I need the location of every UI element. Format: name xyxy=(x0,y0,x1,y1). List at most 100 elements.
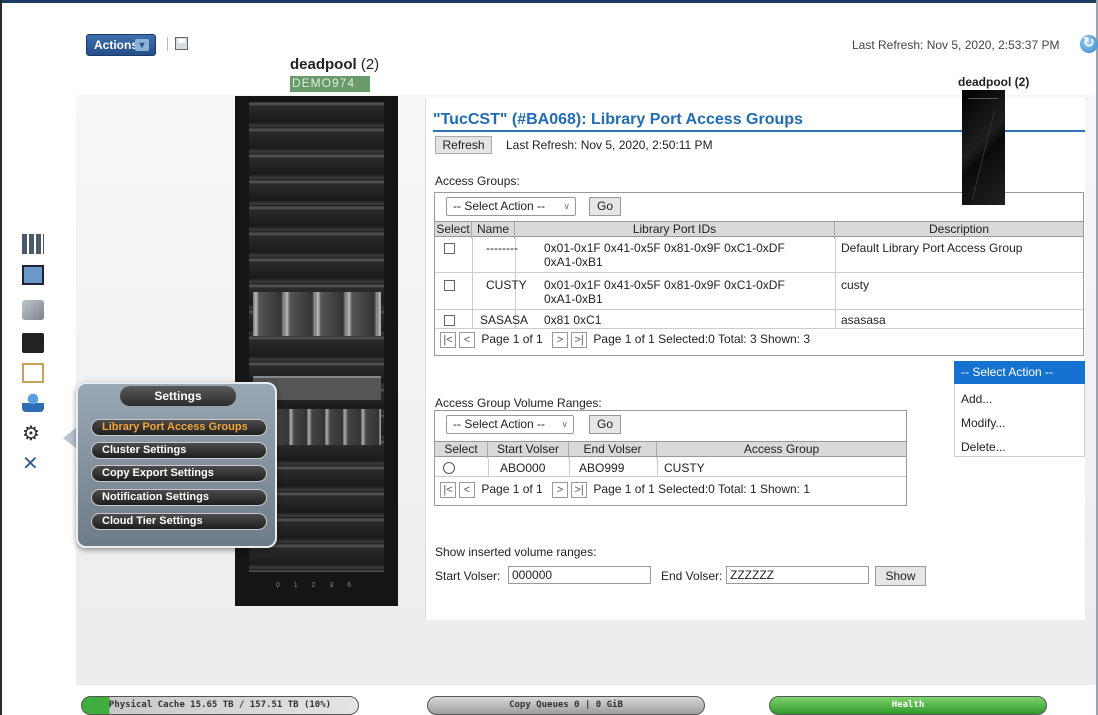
health-status[interactable]: Health xyxy=(769,696,1047,715)
range-end: ABO999 xyxy=(579,461,625,475)
end-volser-label: End Volser: xyxy=(661,569,723,583)
row-checkbox[interactable] xyxy=(444,243,455,254)
save-icon[interactable] xyxy=(175,37,188,50)
settings-item-cloud-tier-settings[interactable]: Cloud Tier Settings xyxy=(91,513,267,530)
chevron-down-icon: ▼ xyxy=(135,39,149,51)
end-volser-input[interactable]: ZZZZZZ xyxy=(726,566,869,584)
gear-icon[interactable]: ⚙ xyxy=(22,424,44,444)
col-access-group[interactable]: Access Group xyxy=(657,442,906,458)
col-select[interactable]: Select xyxy=(435,222,472,238)
start-volser-input[interactable]: 000000 xyxy=(508,566,651,584)
cluster-name: deadpool xyxy=(290,56,357,73)
col-divider xyxy=(569,458,570,476)
window-top-border xyxy=(0,0,1098,3)
col-divider xyxy=(835,238,836,328)
chevron-down-icon: ∨ xyxy=(561,419,568,429)
cluster-title: deadpool (2) xyxy=(290,56,379,73)
show-button[interactable]: Show xyxy=(875,566,926,586)
volume-ranges-label: Access Group Volume Ranges: xyxy=(435,396,602,410)
page-last-refresh: Last Refresh: Nov 5, 2020, 2:50:11 PM xyxy=(506,138,713,152)
group-port-ids: 0x01-0x1F 0x41-0x5F 0x81-0x9F 0xC1-0xDF 0… xyxy=(544,241,785,269)
last-page-icon[interactable]: >| xyxy=(571,482,588,498)
first-page-icon[interactable]: |< xyxy=(440,482,456,498)
popup-pointer xyxy=(63,427,77,449)
first-page-icon[interactable]: |< xyxy=(440,332,456,348)
last-refresh-top: Last Refresh: Nov 5, 2020, 2:53:37 PM xyxy=(852,38,1060,52)
settings-title: Settings xyxy=(120,386,236,406)
col-select[interactable]: Select xyxy=(435,442,488,458)
col-library-port-ids[interactable]: Library Port IDs xyxy=(515,222,835,238)
page-title: "TucCST" (#BA068): Library Port Access G… xyxy=(433,111,803,128)
box-title: deadpool (2) xyxy=(958,75,1030,89)
prev-page-icon[interactable]: < xyxy=(459,482,475,498)
settings-item-cluster-settings[interactable]: Cluster Settings xyxy=(91,442,267,459)
col-divider xyxy=(657,458,658,476)
settings-item-copy-export-settings[interactable]: Copy Export Settings xyxy=(91,465,267,482)
storage-box-image xyxy=(962,90,1005,205)
group-description: custy xyxy=(841,278,870,292)
menu-item-delete[interactable]: Delete... xyxy=(961,440,1006,454)
actions-label: Actions xyxy=(94,38,139,52)
range-group: CUSTY xyxy=(664,461,705,475)
volume-ranges-pager: |< < Page 1 of 1 > >| Page 1 of 1 Selected… xyxy=(440,482,810,502)
toolbar-separator xyxy=(167,37,168,51)
col-end-volser[interactable]: End Volser xyxy=(569,442,657,458)
inserted-ranges-label: Show inserted volume ranges: xyxy=(435,545,597,559)
group-name: SASASA xyxy=(480,313,529,327)
col-divider xyxy=(472,238,473,328)
refresh-icon[interactable] xyxy=(1080,34,1098,53)
access-groups-label: Access Groups: xyxy=(435,174,520,188)
select-action-label: -- Select Action -- xyxy=(453,417,546,431)
group-name: CUSTY xyxy=(486,278,527,292)
row-checkbox[interactable] xyxy=(444,280,455,291)
actions-button[interactable]: Actions ▼ xyxy=(86,34,156,56)
menu-item-modify[interactable]: Modify... xyxy=(961,416,1005,430)
next-page-icon[interactable]: > xyxy=(552,332,569,348)
access-groups-header: Select Name Library Port IDs Description xyxy=(435,221,1083,238)
cluster-icon[interactable] xyxy=(22,234,44,254)
row-divider xyxy=(435,328,1083,329)
col-divider xyxy=(488,458,489,476)
group-name: -------- xyxy=(486,241,518,255)
window-left-border xyxy=(0,0,2,715)
row-divider xyxy=(435,272,1083,273)
start-volser-label: Start Volser: xyxy=(435,569,501,583)
settings-item-notification-settings[interactable]: Notification Settings xyxy=(91,489,267,506)
select-action-label: -- Select Action -- xyxy=(453,199,546,213)
copy-queues-status[interactable]: Copy Queues 0 | 0 GiB xyxy=(427,696,705,715)
page-label: Page 1 of 1 xyxy=(481,482,543,497)
prev-page-icon[interactable]: < xyxy=(459,332,475,348)
group-port-ids: 0x01-0x1F 0x41-0x5F 0x81-0x9F 0xC1-0xDF 0… xyxy=(544,278,785,306)
access-groups-select-action[interactable]: -- Select Action -- ∨ xyxy=(446,197,576,216)
physical-cache-status[interactable]: Physical Cache 15.65 TB / 157.51 TB (10%… xyxy=(81,696,359,715)
col-name[interactable]: Name xyxy=(472,222,515,238)
last-page-icon[interactable]: >| xyxy=(571,332,588,348)
cluster-sub-label[interactable]: DEMO974 xyxy=(290,76,370,92)
page-label: Page 1 of 1 xyxy=(481,332,543,347)
access-groups-go-button[interactable]: Go xyxy=(589,197,621,216)
col-description[interactable]: Description xyxy=(835,222,1083,238)
chevron-down-icon: ∨ xyxy=(563,201,570,211)
volume-ranges-go-button[interactable]: Go xyxy=(589,415,621,434)
tools-icon[interactable]: ✕ xyxy=(22,454,44,474)
col-start-volser[interactable]: Start Volser xyxy=(488,442,569,458)
tape-icon[interactable] xyxy=(22,333,44,353)
row-divider xyxy=(435,476,906,477)
next-page-icon[interactable]: > xyxy=(552,482,569,498)
menu-item-add[interactable]: Add... xyxy=(961,392,992,406)
user-icon[interactable] xyxy=(22,392,44,412)
log-icon[interactable] xyxy=(22,363,44,383)
group-description: Default Library Port Access Group xyxy=(841,241,1023,255)
refresh-button[interactable]: Refresh xyxy=(435,136,492,154)
volume-ranges-select-action[interactable]: -- Select Action -- ∨ xyxy=(446,415,574,434)
access-groups-pager: |< < Page 1 of 1 > >| Page 1 of 1 Selected… xyxy=(440,332,810,352)
row-radio[interactable] xyxy=(443,462,455,474)
rack-drive-tray xyxy=(253,292,381,336)
cluster-count: (2) xyxy=(360,56,380,73)
settings-item-library-port-access-groups[interactable]: Library Port Access Groups xyxy=(91,419,267,436)
disk-icon[interactable] xyxy=(22,300,44,320)
row-checkbox[interactable] xyxy=(444,315,455,326)
monitor-icon[interactable] xyxy=(22,265,44,285)
range-start: ABO000 xyxy=(500,461,546,475)
select-action-selected[interactable]: -- Select Action -- xyxy=(954,361,1085,384)
